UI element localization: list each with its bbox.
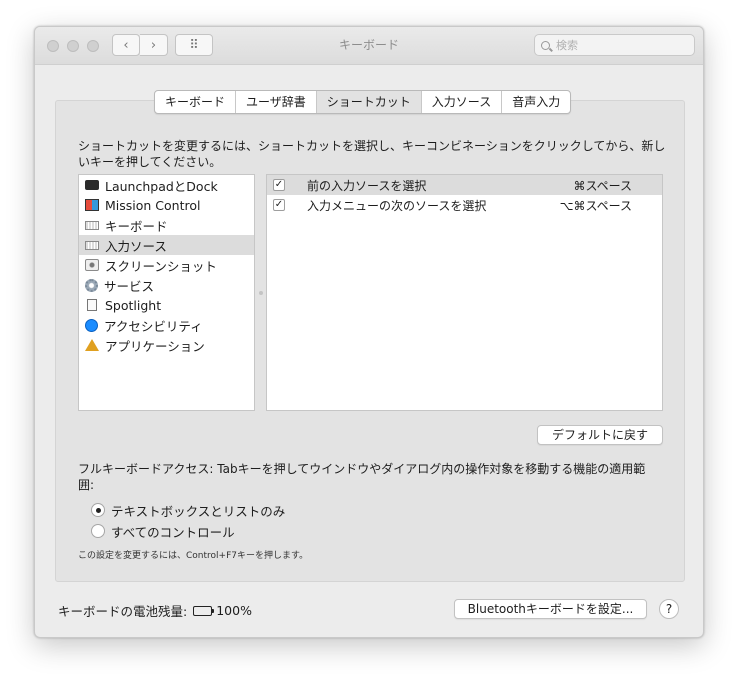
search-field[interactable]: 検索 <box>534 34 695 56</box>
shortcut-row[interactable]: ✓ 入力メニューの次のソースを選択 ⌥⌘スペース <box>267 195 662 215</box>
category-label: Mission Control <box>105 197 201 213</box>
tab-shortcuts[interactable]: ショートカット <box>316 91 422 113</box>
category-label: キーボード <box>105 218 168 234</box>
setup-bluetooth-keyboard-button[interactable]: Bluetoothキーボードを設定... <box>454 599 647 619</box>
radio-text-boxes-lists[interactable]: テキストボックスとリストのみ <box>91 501 285 519</box>
radio-button[interactable] <box>91 524 105 538</box>
tab-bar: キーボード ユーザ辞書 ショートカット 入力ソース 音声入力 <box>154 90 572 114</box>
radio-button-selected[interactable] <box>91 503 105 517</box>
launchpad-icon <box>85 180 99 190</box>
instruction-text: ショートカットを変更するには、ショートカットを選択し、キーコンビネーションをクリ… <box>78 139 666 169</box>
battery-icon <box>193 605 215 616</box>
shortcut-row[interactable]: ✓ 前の入力ソースを選択 ⌘スペース <box>267 175 662 195</box>
keyboard-preferences-window: ‹ › ⠿ キーボード 検索 キーボード ユーザ辞書 ショートカット 入力ソース… <box>34 26 704 638</box>
category-spotlight[interactable]: Spotlight <box>79 295 254 315</box>
gear-icon <box>85 278 98 292</box>
shortcut-category-list: LaunchpadとDock Mission Control キーボード 入力ソ… <box>78 174 255 411</box>
battery-level: 100% <box>216 603 252 618</box>
category-label: アプリケーション <box>105 338 205 354</box>
shortcut-label: 入力メニューの次のソースを選択 <box>307 198 487 213</box>
applications-icon <box>85 339 99 351</box>
category-applications[interactable]: アプリケーション <box>79 335 254 355</box>
shortcut-checkbox[interactable]: ✓ <box>273 179 285 191</box>
category-label: Spotlight <box>105 297 162 313</box>
tab-input-sources[interactable]: 入力ソース <box>422 91 503 113</box>
radio-all-controls[interactable]: すべてのコントロール <box>91 522 235 540</box>
screenshot-icon <box>85 259 99 271</box>
keyboard-battery-status: キーボードの電池残量: 100% <box>58 601 252 620</box>
category-label: LaunchpadとDock <box>105 178 218 194</box>
shortcut-list: ✓ 前の入力ソースを選択 ⌘スペース ✓ 入力メニューの次のソースを選択 ⌥⌘ス… <box>266 174 663 411</box>
spotlight-icon <box>87 299 97 311</box>
category-label: スクリーンショット <box>105 258 217 274</box>
category-input-sources[interactable]: 入力ソース <box>79 235 254 255</box>
restore-defaults-button[interactable]: デフォルトに戻す <box>537 425 663 445</box>
category-label: サービス <box>104 278 155 294</box>
mission-control-icon <box>85 199 99 211</box>
shortcut-keys[interactable]: ⌥⌘スペース <box>560 197 632 214</box>
category-mission-control[interactable]: Mission Control <box>79 195 254 215</box>
shortcut-keys[interactable]: ⌘スペース <box>573 177 632 194</box>
full-keyboard-access-note: この設定を変更するには、Control+F7キーを押します。 <box>78 551 309 561</box>
tab-keyboard[interactable]: キーボード <box>155 91 237 113</box>
input-source-icon <box>85 240 99 250</box>
search-placeholder: 検索 <box>556 39 578 52</box>
category-launchpad-dock[interactable]: LaunchpadとDock <box>79 175 254 195</box>
tab-dictation[interactable]: 音声入力 <box>502 91 570 113</box>
radio-label: すべてのコントロール <box>111 524 235 540</box>
shortcut-label: 前の入力ソースを選択 <box>307 178 427 193</box>
shortcut-checkbox[interactable]: ✓ <box>273 199 285 211</box>
help-button[interactable]: ? <box>659 599 679 619</box>
category-accessibility[interactable]: アクセシビリティ <box>79 315 254 335</box>
category-keyboard[interactable]: キーボード <box>79 215 254 235</box>
title-bar: ‹ › ⠿ キーボード 検索 <box>35 27 703 65</box>
radio-label: テキストボックスとリストのみ <box>111 503 286 519</box>
battery-label: キーボードの電池残量: <box>58 604 188 619</box>
category-label: 入力ソース <box>105 238 167 254</box>
tab-user-dictionary[interactable]: ユーザ辞書 <box>236 91 317 113</box>
category-screenshots[interactable]: スクリーンショット <box>79 255 254 275</box>
category-label: アクセシビリティ <box>104 318 203 334</box>
category-services[interactable]: サービス <box>79 275 254 295</box>
accessibility-icon <box>85 318 98 332</box>
search-icon <box>541 40 550 50</box>
keyboard-icon <box>85 220 99 230</box>
split-view-handle[interactable] <box>259 291 263 295</box>
full-keyboard-access-text: フルキーボードアクセス: Tabキーを押してウインドウやダイアログ内の操作対象を… <box>78 462 646 492</box>
